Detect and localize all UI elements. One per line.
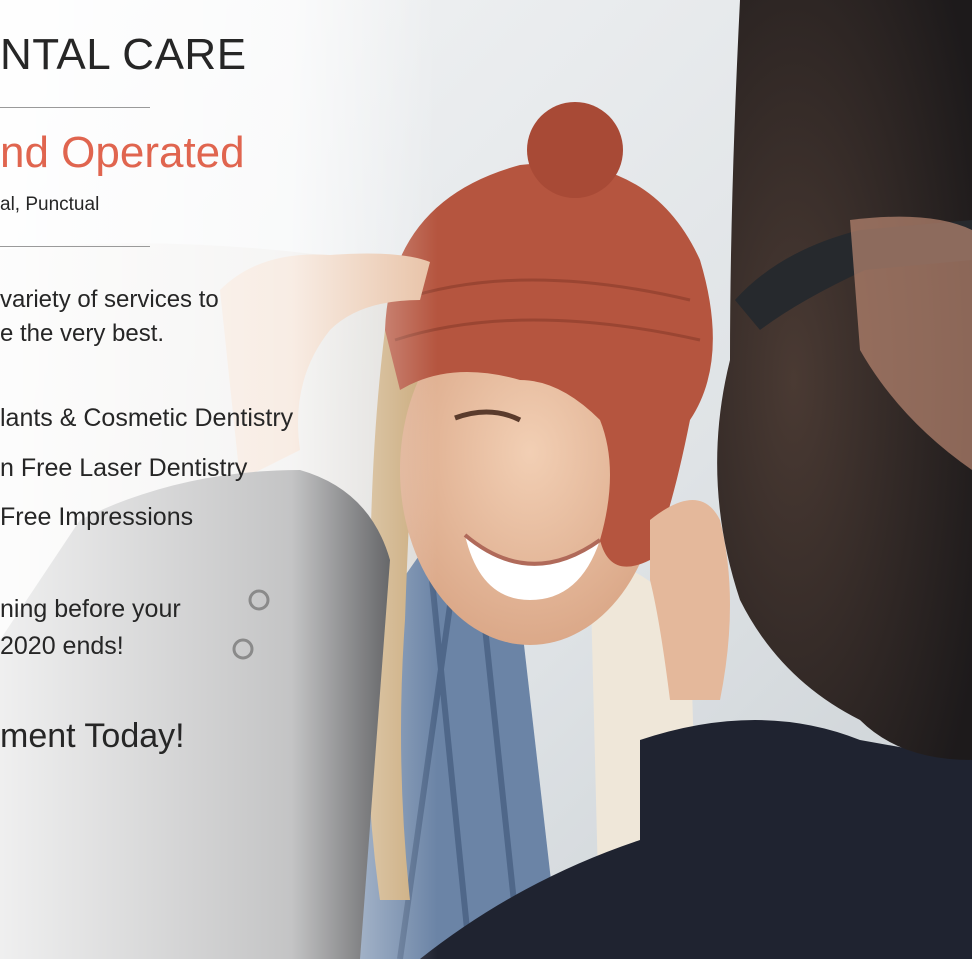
- background-photo: [0, 0, 972, 959]
